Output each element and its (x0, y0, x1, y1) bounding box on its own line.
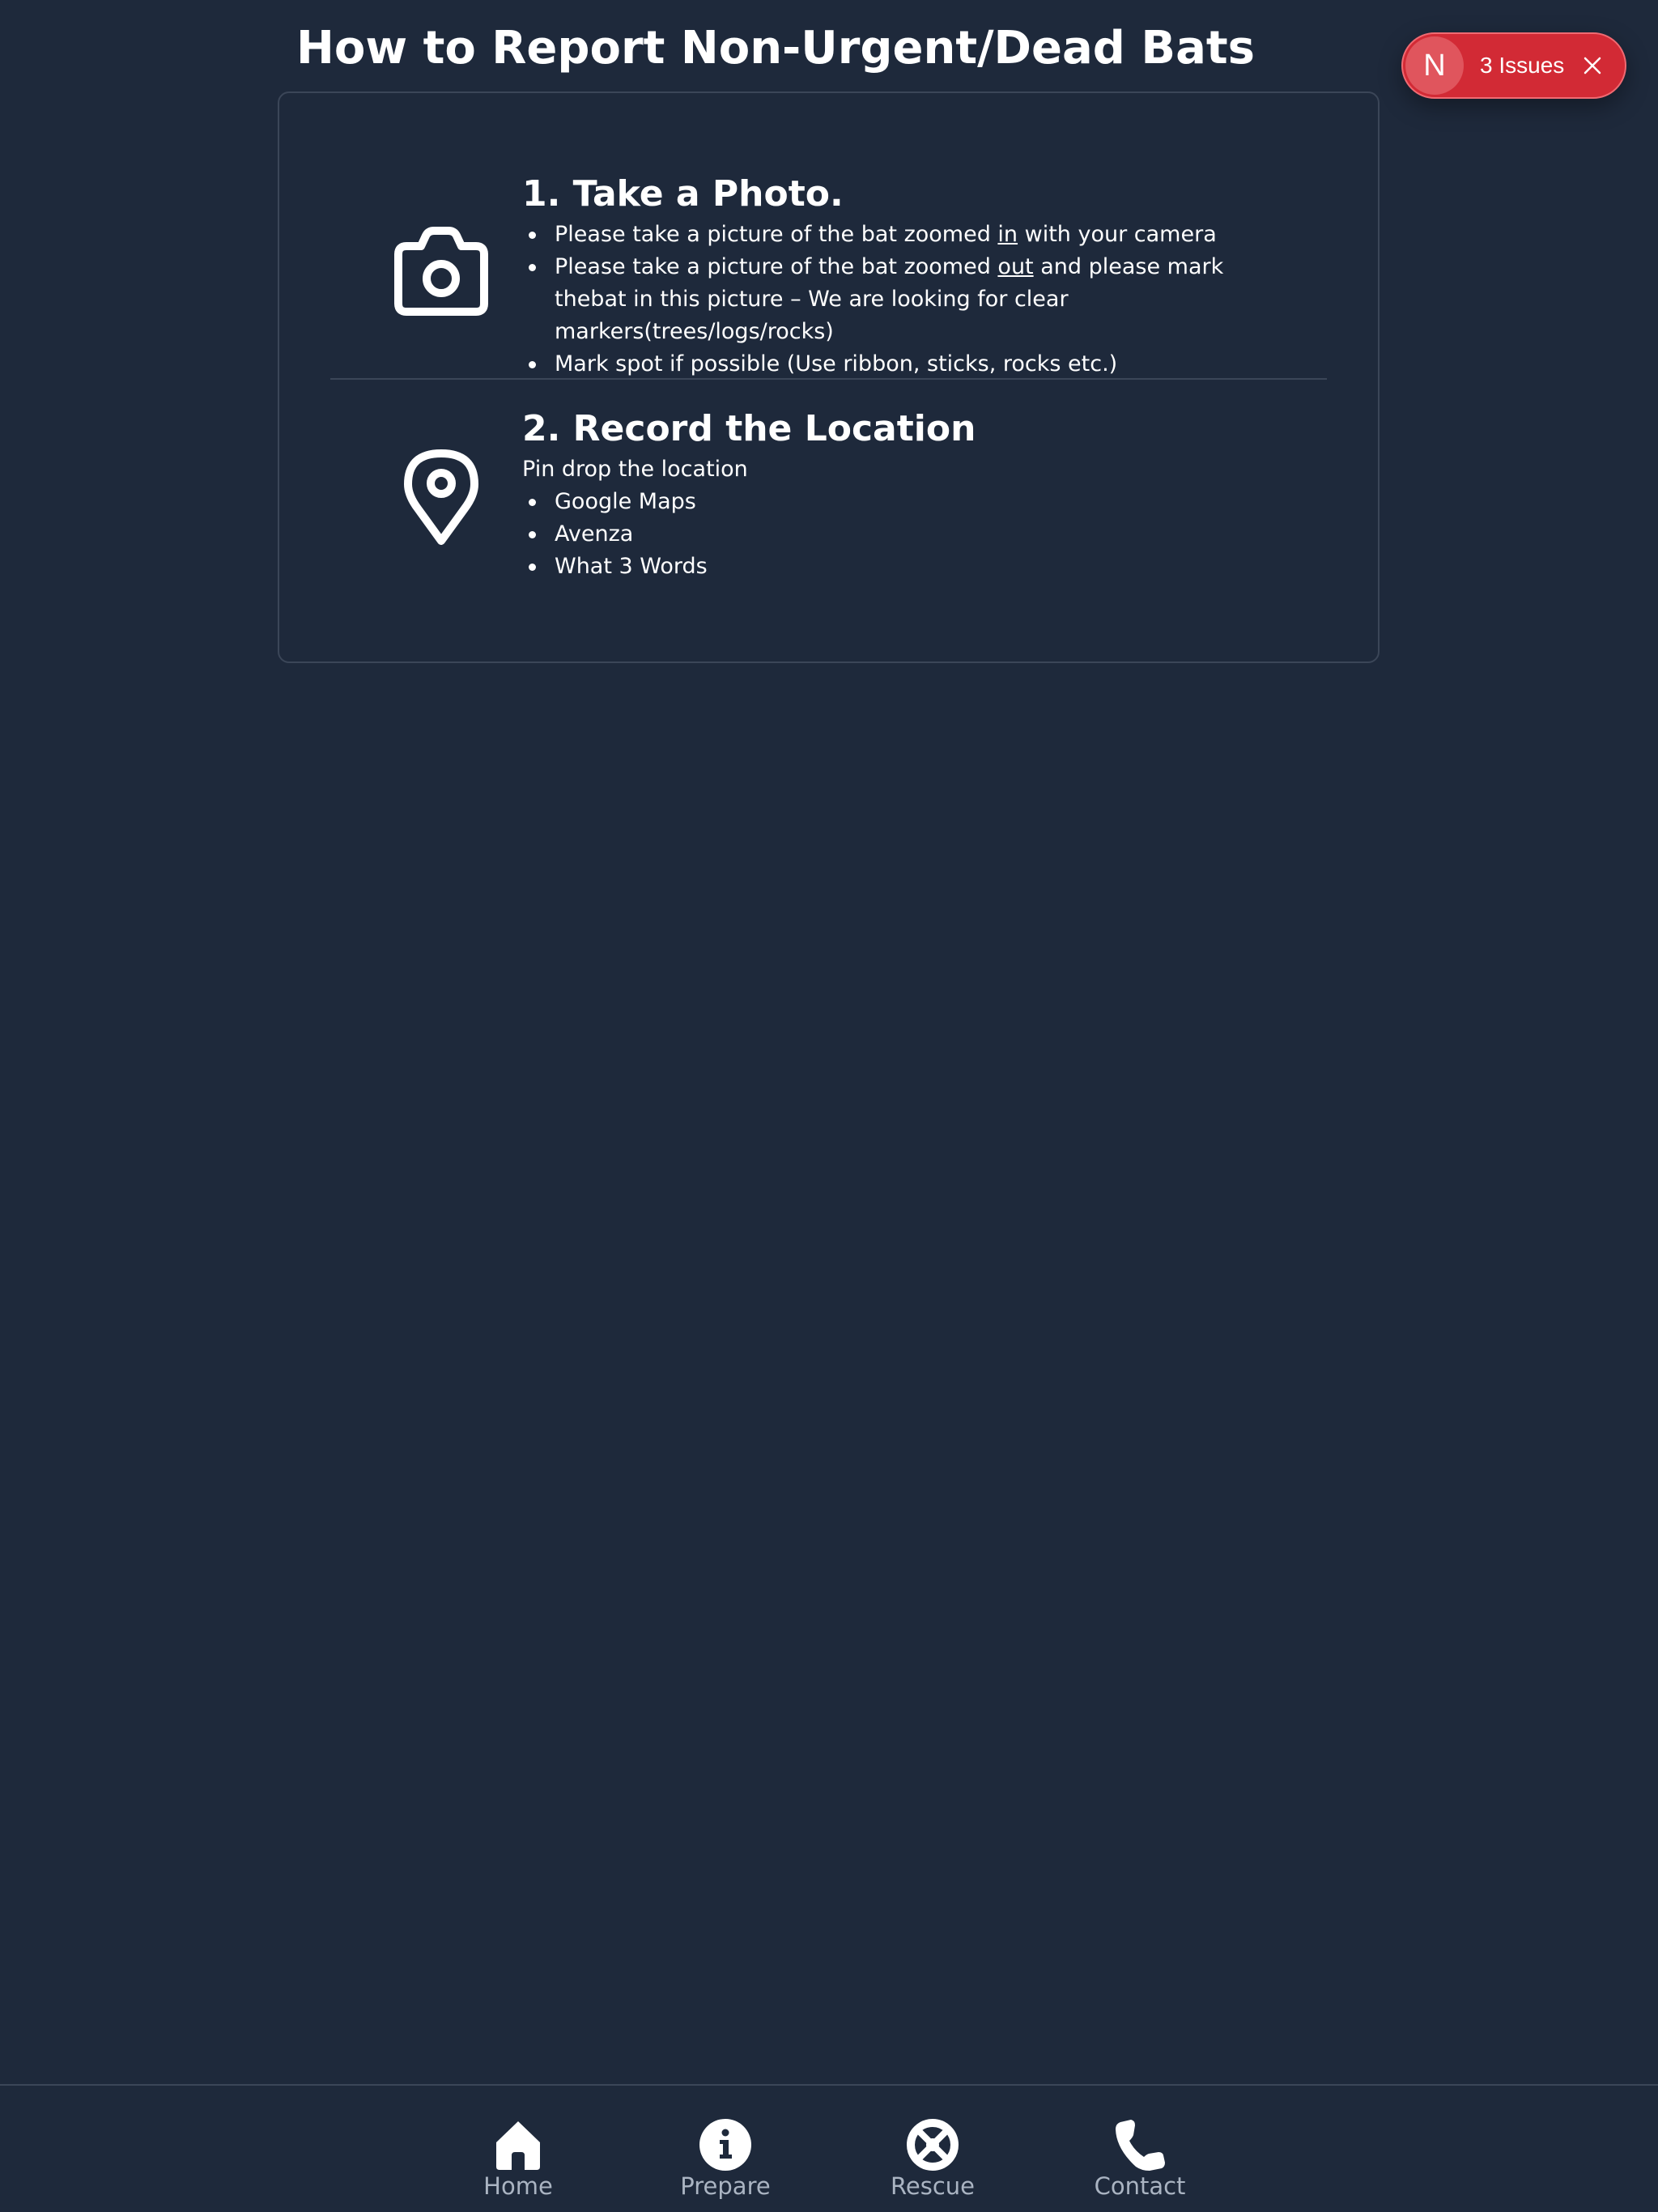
list-item: Google Maps (522, 486, 1281, 518)
instructions-card: 1. Take a Photo. Please take a picture o… (278, 91, 1380, 663)
bottom-nav: Home Prepare Rescue Contact (0, 2084, 1658, 2212)
location-apps-list: Google Maps Avenza What 3 Words (522, 486, 1281, 583)
step-heading: 2. Record the Location (522, 408, 976, 449)
nextjs-logo-icon[interactable]: N (1405, 36, 1464, 95)
lifebuoy-icon (906, 2118, 959, 2172)
nav-label: Contact (1094, 2172, 1186, 2200)
step-heading: 1. Take a Photo. (522, 173, 844, 215)
emphasis-text: out (997, 254, 1034, 279)
map-pin-icon (389, 447, 494, 552)
step-take-photo-body: 1. Take a Photo. Please take a picture o… (522, 170, 1281, 381)
nav-item-contact[interactable]: Contact (1075, 2118, 1205, 2207)
nav-label: Rescue (891, 2172, 975, 2200)
page-title: How to Report Non-Urgent/Dead Bats (296, 22, 1255, 74)
issues-badge[interactable]: N 3 Issues (1401, 32, 1626, 99)
emphasis-text: in (997, 222, 1018, 247)
nav-label: Prepare (680, 2172, 771, 2200)
close-icon[interactable] (1580, 53, 1605, 78)
section-divider (330, 378, 1327, 380)
home-icon (491, 2118, 545, 2172)
issues-count-label[interactable]: 3 Issues (1480, 53, 1564, 79)
nav-item-rescue[interactable]: Rescue (868, 2118, 997, 2207)
list-item: Avenza (522, 518, 1281, 551)
list-item: Please take a picture of the bat zoomed … (522, 219, 1281, 251)
step-record-location-body: 2. Record the Location Pin drop the loca… (522, 405, 1281, 583)
phone-icon (1113, 2118, 1167, 2172)
camera-icon (389, 219, 494, 324)
nav-item-home[interactable]: Home (453, 2118, 583, 2207)
photo-instructions-list: Please take a picture of the bat zoomed … (522, 219, 1281, 381)
list-item: What 3 Words (522, 551, 1281, 583)
info-icon (699, 2118, 752, 2172)
list-item: Mark spot if possible (Use ribbon, stick… (522, 348, 1281, 381)
nav-item-prepare[interactable]: Prepare (661, 2118, 790, 2207)
step-intro: Pin drop the location (522, 457, 748, 482)
list-item: Please take a picture of the bat zoomed … (522, 251, 1281, 348)
nav-label: Home (483, 2172, 553, 2200)
